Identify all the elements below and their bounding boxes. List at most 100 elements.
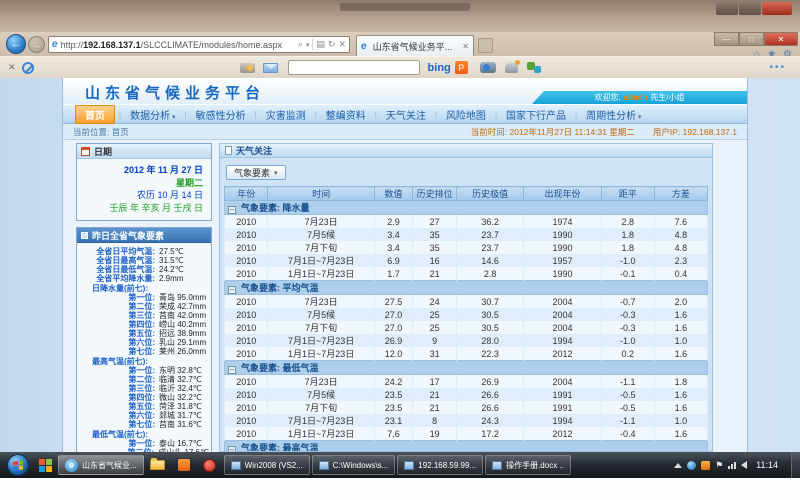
table-cell: -0.5 (601, 388, 654, 401)
background-close-button[interactable] (762, 2, 792, 15)
background-window-titlebar (0, 0, 800, 32)
apps-icon[interactable] (527, 62, 541, 73)
taskbar-window-button[interactable]: 操作手册.docx ... (485, 455, 571, 475)
tray-security-icon[interactable] (701, 461, 710, 470)
compatibility-view-icon[interactable]: ▤ (316, 39, 325, 50)
pinned-app-icon[interactable] (39, 459, 52, 472)
tab-close-icon[interactable]: ✕ (462, 42, 469, 51)
background-minimize-button[interactable] (716, 2, 738, 15)
chevron-down-icon[interactable]: ▾ (306, 41, 310, 49)
browser-chrome: ← → e http://192.168.137.1/SLCCLIMATE/mo… (0, 32, 800, 78)
address-bar[interactable]: e http://192.168.137.1/SLCCLIMATE/module… (48, 36, 350, 53)
forward-button[interactable]: → (28, 36, 45, 53)
date-panel-title: 日期 (94, 145, 112, 158)
show-desktop-button[interactable] (791, 452, 800, 478)
rank-value: 莱州 26.0mm (159, 347, 206, 356)
window-icon (404, 461, 414, 470)
table-row: 20107月1日~7月23日26.9928.01994-1.01.0 (225, 334, 708, 347)
taskbar-ie-button[interactable]: e 山东省气候业... (58, 455, 144, 475)
browser-tab[interactable]: e 山东省气候业务平... ✕ (356, 35, 474, 56)
nav-item[interactable]: 周期性分析 ▾ (577, 106, 650, 123)
nav-item[interactable]: 天气关注 (377, 106, 435, 123)
table-cell: 7月1日~7月23日 (268, 334, 374, 347)
collapse-icon[interactable]: – (228, 286, 236, 294)
back-button[interactable]: ← (6, 34, 26, 54)
tray-network-globe-icon[interactable] (687, 461, 696, 470)
nav-item[interactable]: 风险地图 (437, 106, 495, 123)
section-header-cell: –气象要素: 最低气温 (225, 361, 708, 375)
toolbar-close-icon[interactable]: ✕ (8, 62, 16, 73)
action-center-flag-icon[interactable]: ⚑ (715, 461, 723, 470)
table-cell: 1.0 (654, 414, 707, 427)
nav-item[interactable]: 国家下行产品 (497, 106, 575, 123)
rank-value: 莒南 42.0mm (159, 311, 206, 320)
table-cell: 2010 (225, 388, 268, 401)
table-cell: 2010 (225, 334, 268, 347)
table-cell: 7月23日 (268, 215, 374, 229)
nav-item[interactable]: 数据分析 ▾ (121, 106, 184, 123)
taskbar-window-button[interactable]: Win2008 (VS2... (224, 455, 310, 475)
mail-icon[interactable] (263, 63, 278, 73)
weather-element-value: 31.5℃ (159, 256, 184, 265)
collapse-icon[interactable]: – (228, 206, 236, 214)
toolbar-search-button[interactable]: P (455, 61, 468, 74)
table-cell: -1.1 (601, 414, 654, 427)
network-bars-icon[interactable] (728, 462, 736, 469)
minimize-button[interactable]: — (714, 32, 739, 46)
video-icon[interactable] (480, 62, 496, 73)
table-cell: 1月1日~7月23日 (268, 267, 374, 281)
current-time: 当前时间: 2012年11月27日 11:14:31 星期二 (471, 126, 635, 138)
table-cell: 1.6 (654, 388, 707, 401)
element-dropdown-button[interactable]: 气象要素 ▾ (226, 165, 286, 180)
rank-value: 青岛 95.0mm (159, 293, 206, 302)
taskbar-window-button[interactable]: C:\Windows\s... (312, 455, 396, 475)
bing-logo[interactable]: bing (428, 62, 451, 74)
nav-item[interactable]: 灾害监测 (257, 106, 315, 123)
toolbar-search-input[interactable] (288, 60, 420, 75)
table-cell: 2010 (225, 228, 268, 241)
column-header: 距平 (601, 187, 654, 201)
taskbar-clock[interactable]: 11:14 (756, 460, 778, 470)
window-icon (231, 461, 241, 470)
nav-bar: 首页|数据分析 ▾|敏感性分析|灾害监测|整编资料|天气关注|风险地图|国家下行… (63, 104, 747, 124)
camera-icon[interactable] (240, 63, 255, 73)
taskbar-window-button[interactable]: 192.168.59.99... (397, 455, 483, 475)
back-icon: ← (11, 38, 22, 50)
stop-icon[interactable]: ✕ (338, 39, 346, 50)
section-header-row: –气象要素: 降水量 (225, 201, 708, 215)
background-maximize-button[interactable] (739, 2, 761, 15)
media-app-pin[interactable] (198, 455, 222, 475)
weather-element-label: 全省日平均气温: (79, 247, 155, 256)
nav-item[interactable]: 整编资料 (317, 106, 375, 123)
tray-expand-icon[interactable] (674, 463, 682, 468)
windows-flag-icon (13, 460, 23, 470)
window-controls: — □ ✕ (714, 32, 798, 46)
orange-app-pin[interactable] (172, 455, 196, 475)
table-cell: 9 (413, 334, 456, 347)
section-title: 气象要素: 降水量 (241, 203, 310, 213)
toolbar-overflow-icon[interactable]: ••• (769, 62, 786, 73)
close-button[interactable]: ✕ (764, 32, 798, 46)
url-text: http://192.168.137.1/SLCCLIMATE/modules/… (61, 40, 298, 50)
greeting-prefix: 欢迎您, (594, 92, 620, 103)
rank-label: 第二位: (79, 375, 155, 384)
weather-element-row: 全省平均降水量:2.9mm (79, 274, 209, 283)
nav-item[interactable]: 敏感性分析 (187, 106, 255, 123)
start-button[interactable] (7, 454, 29, 476)
media-app-icon (203, 459, 216, 472)
blocked-icon[interactable] (22, 62, 34, 74)
table-cell: 2004 (524, 375, 601, 389)
share-icon[interactable] (505, 62, 518, 73)
new-tab-button[interactable] (478, 38, 493, 53)
speaker-icon[interactable] (741, 461, 747, 469)
table-cell: 1月1日~7月23日 (268, 427, 374, 441)
refresh-icon[interactable]: ↻ (328, 39, 336, 50)
search-icon[interactable]: ⌕ (298, 39, 303, 50)
chevron-down-icon: ▾ (170, 114, 175, 121)
rank-row: 第六位:乳山 29.1mm (79, 338, 209, 347)
explorer-pin[interactable] (146, 455, 170, 475)
nav-item[interactable]: 首页 (75, 105, 115, 124)
maximize-button[interactable]: □ (739, 32, 764, 46)
rank-label: 第一位: (79, 366, 155, 375)
collapse-icon[interactable]: – (228, 366, 236, 374)
